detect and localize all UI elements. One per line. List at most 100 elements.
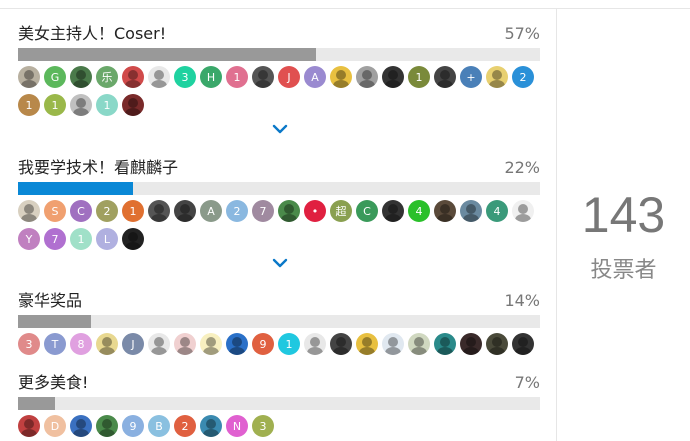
voter-avatar[interactable] [174, 200, 196, 222]
voter-avatar[interactable] [122, 228, 144, 250]
voter-count-label: 投票者 [590, 258, 657, 283]
voter-avatar[interactable] [174, 333, 196, 355]
voter-avatar[interactable]: 7 [252, 200, 274, 222]
voter-avatar[interactable]: A [304, 66, 326, 88]
option-percent: 22% [504, 158, 540, 177]
voter-avatar[interactable] [96, 333, 118, 355]
option-bar-fill [18, 182, 133, 195]
option-bar [18, 182, 540, 195]
voter-list: G 乐 3 H 1 J A 1 +2 1 1 1 [18, 66, 540, 116]
voter-avatar[interactable]: D [44, 415, 66, 437]
voter-avatar[interactable] [18, 66, 40, 88]
voter-avatar[interactable] [18, 415, 40, 437]
voter-avatar[interactable] [486, 66, 508, 88]
voter-avatar[interactable]: S [44, 200, 66, 222]
voter-avatar[interactable]: 9 [252, 333, 274, 355]
voter-avatar[interactable]: 9 [122, 415, 144, 437]
voter-list: D 9B2 N3 [18, 415, 540, 437]
expand-voters-chevron-down-icon[interactable] [270, 256, 290, 270]
voter-avatar[interactable]: 1 [70, 228, 92, 250]
voter-avatar[interactable] [252, 66, 274, 88]
voter-avatar[interactable]: 2 [512, 66, 534, 88]
voter-avatar[interactable] [512, 333, 534, 355]
voter-avatar[interactable] [70, 66, 92, 88]
voter-avatar[interactable]: 超 [330, 200, 352, 222]
voter-avatar[interactable]: L [96, 228, 118, 250]
voter-avatar[interactable]: G [44, 66, 66, 88]
voter-avatar[interactable]: Y [18, 228, 40, 250]
poll-summary: 143 投票者 [557, 9, 690, 441]
voter-avatar[interactable] [356, 333, 378, 355]
voter-avatar[interactable] [460, 333, 482, 355]
option-bar [18, 48, 540, 61]
voter-avatar[interactable]: 1 [408, 66, 430, 88]
expand-voters-chevron-down-icon[interactable] [270, 122, 290, 136]
voter-avatar[interactable] [304, 333, 326, 355]
voter-avatar[interactable]: 1 [18, 94, 40, 116]
voter-avatar[interactable] [382, 66, 404, 88]
voter-avatar[interactable] [512, 200, 534, 222]
option-percent: 7% [514, 373, 540, 392]
voter-avatar[interactable]: + [460, 66, 482, 88]
voter-avatar[interactable] [70, 415, 92, 437]
voter-avatar[interactable]: 3 [252, 415, 274, 437]
voter-avatar[interactable]: 1 [122, 200, 144, 222]
voter-avatar[interactable]: 1 [44, 94, 66, 116]
voter-avatar[interactable] [18, 200, 40, 222]
voter-avatar[interactable]: C [70, 200, 92, 222]
voter-avatar[interactable] [356, 66, 378, 88]
voter-avatar[interactable]: 1 [96, 94, 118, 116]
voter-list: 3T8 J 91 [18, 333, 540, 355]
poll-option: 美女主持人！Coser! 57% G 乐 3 H 1 J A 1 +2 1 1 1 [18, 23, 540, 116]
voter-avatar[interactable] [200, 415, 222, 437]
voter-avatar[interactable]: J [278, 66, 300, 88]
voter-avatar[interactable] [226, 333, 248, 355]
voter-avatar[interactable]: B [148, 415, 170, 437]
voter-avatar[interactable] [434, 333, 456, 355]
voter-avatar[interactable] [486, 333, 508, 355]
voter-avatar[interactable] [408, 333, 430, 355]
voter-avatar[interactable]: 2 [174, 415, 196, 437]
voter-avatar[interactable] [148, 333, 170, 355]
voter-avatar[interactable] [148, 200, 170, 222]
poll-widget: 美女主持人！Coser! 57% G 乐 3 H 1 J A 1 +2 1 1 1 我要学技术！看麒麟… [0, 8, 690, 441]
voter-avatar[interactable] [70, 94, 92, 116]
voter-avatar[interactable]: 1 [226, 66, 248, 88]
voter-avatar[interactable] [330, 333, 352, 355]
voter-avatar[interactable] [460, 200, 482, 222]
voter-avatar[interactable]: 2 [226, 200, 248, 222]
voter-avatar[interactable] [330, 66, 352, 88]
voter-avatar[interactable] [200, 333, 222, 355]
voter-avatar[interactable]: 4 [486, 200, 508, 222]
voter-avatar[interactable]: T [44, 333, 66, 355]
voter-avatar[interactable]: 7 [44, 228, 66, 250]
option-bar-fill [18, 48, 316, 61]
voter-avatar[interactable]: A [200, 200, 222, 222]
voter-avatar[interactable]: 8 [70, 333, 92, 355]
voter-avatar[interactable]: 3 [174, 66, 196, 88]
voter-avatar[interactable] [278, 200, 300, 222]
voter-avatar[interactable] [382, 200, 404, 222]
voter-avatar[interactable]: H [200, 66, 222, 88]
voter-avatar[interactable] [434, 200, 456, 222]
voter-avatar[interactable] [122, 94, 144, 116]
voter-avatar[interactable] [122, 66, 144, 88]
voter-list: S C 2 1 A 2 7 • 超 C 4 4 Y 7 1 L [18, 200, 540, 250]
voter-avatar[interactable]: N [226, 415, 248, 437]
voter-avatar[interactable]: 4 [408, 200, 430, 222]
voter-avatar[interactable]: 3 [18, 333, 40, 355]
voter-avatar[interactable]: 乐 [96, 66, 118, 88]
voter-avatar[interactable]: 2 [96, 200, 118, 222]
voter-count: 143 [581, 187, 666, 243]
voter-avatar[interactable] [148, 66, 170, 88]
poll-results: 美女主持人！Coser! 57% G 乐 3 H 1 J A 1 +2 1 1 1 我要学技术！看麒麟… [0, 9, 556, 441]
voter-avatar[interactable]: 1 [278, 333, 300, 355]
voter-avatar[interactable] [434, 66, 456, 88]
voter-avatar[interactable] [96, 415, 118, 437]
voter-avatar[interactable]: J [122, 333, 144, 355]
voter-avatar[interactable] [382, 333, 404, 355]
poll-option: 豪华奖品 14% 3T8 J 91 [18, 290, 540, 355]
voter-avatar[interactable]: • [304, 200, 326, 222]
voter-avatar[interactable]: C [356, 200, 378, 222]
option-bar-fill [18, 315, 92, 328]
